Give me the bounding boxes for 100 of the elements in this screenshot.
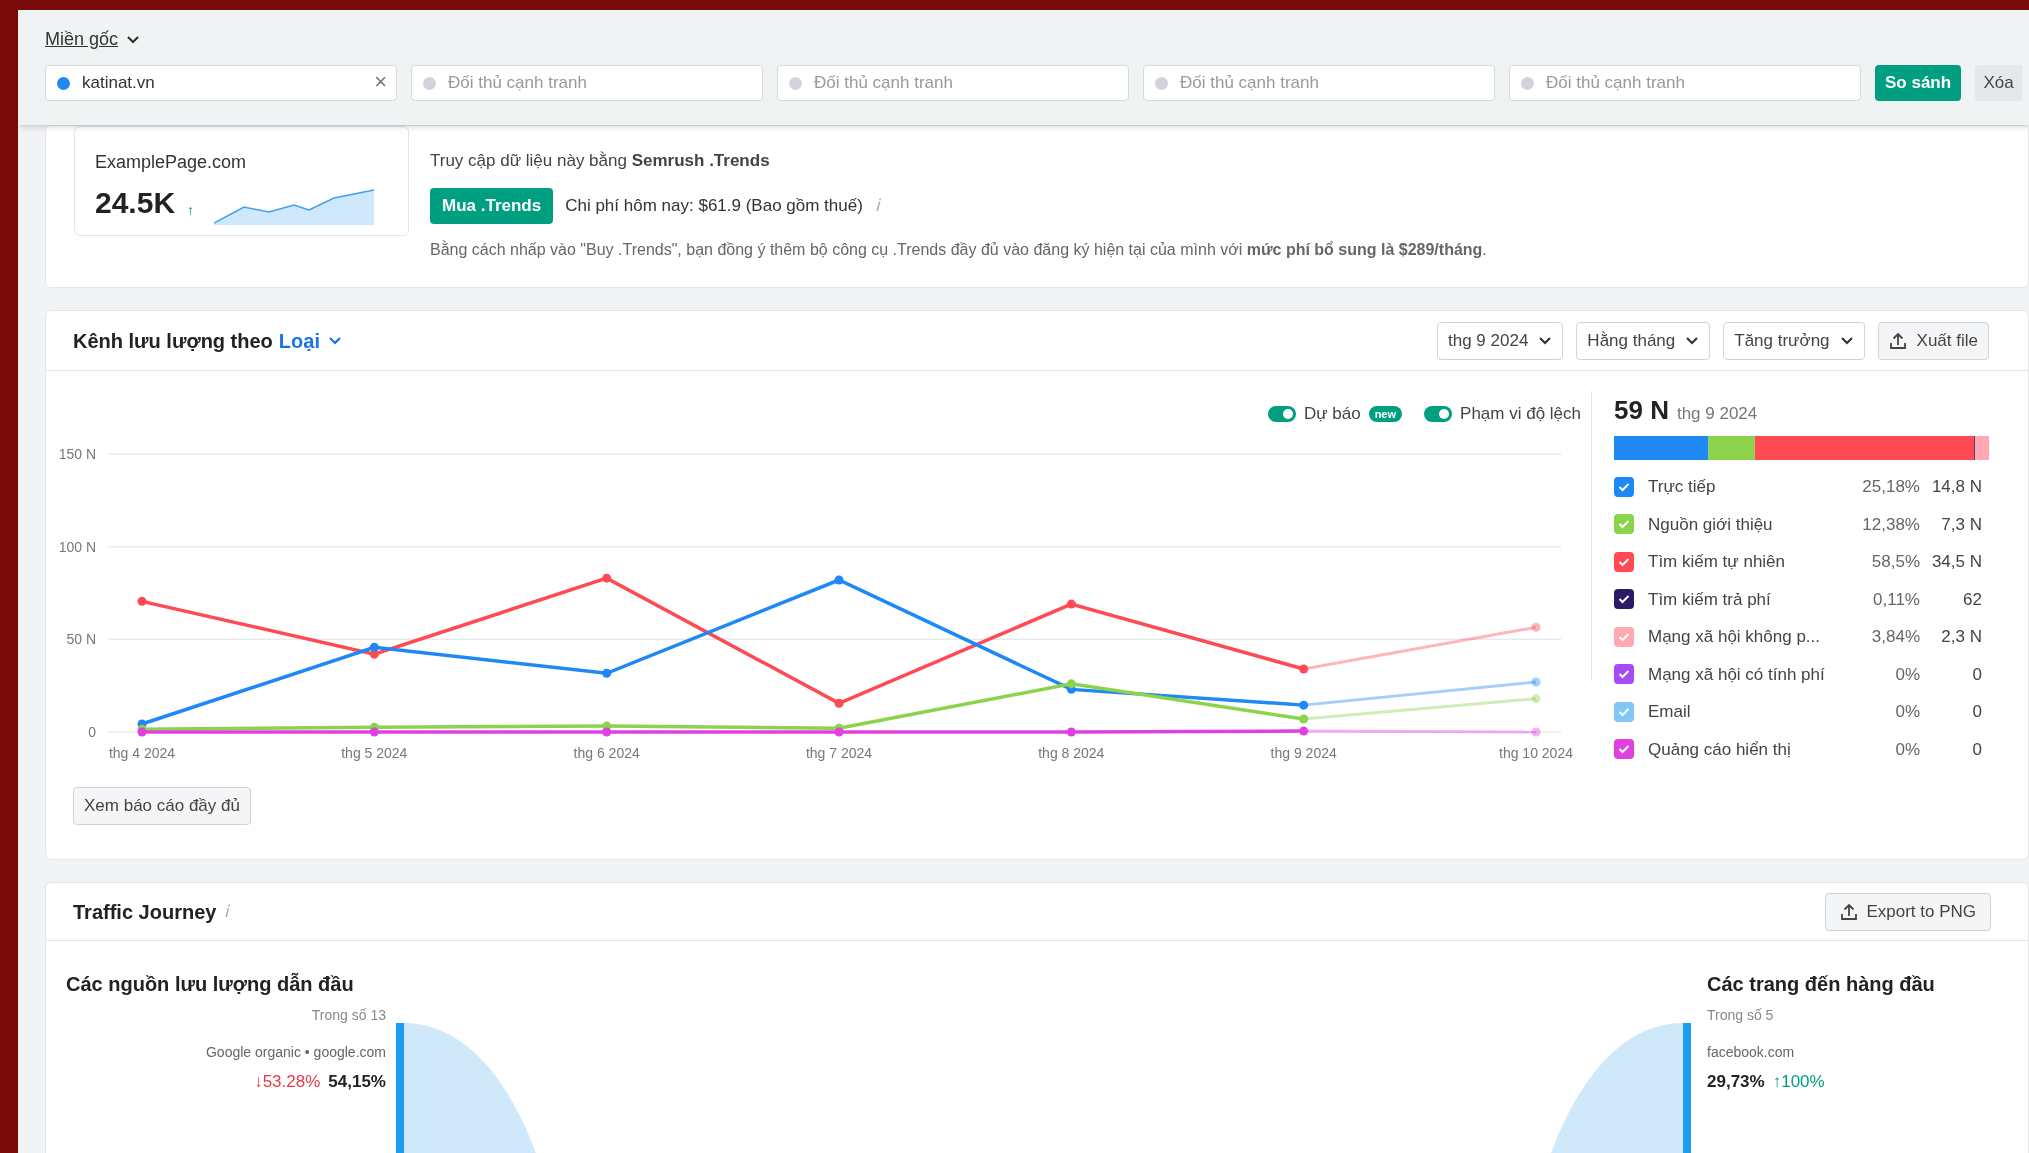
share-value: 3,84% — [1870, 626, 1920, 648]
point — [602, 573, 612, 583]
change-value: ↓53.28% — [254, 1071, 321, 1093]
axis-label: 100 N — [58, 538, 96, 555]
total-value: 59 N — [1614, 394, 1669, 427]
competitor-field[interactable]: Đối thủ cạnh tranh — [777, 65, 1129, 101]
full-report-button[interactable]: Xem báo cáo đầy đủ — [73, 787, 251, 825]
point — [137, 596, 147, 606]
chevron-down-icon — [327, 335, 342, 346]
destination-name: facebook.com — [1707, 1043, 1796, 1062]
legend-label: Email — [1648, 701, 1692, 723]
point — [1299, 714, 1309, 724]
point — [1066, 727, 1076, 737]
share-value: 58,5% — [1870, 551, 1920, 573]
share-value: 0% — [1894, 663, 1920, 686]
export-png-button[interactable]: Export to PNG — [1825, 892, 1991, 931]
checkbox[interactable] — [1614, 739, 1634, 760]
traffic-value: 0 — [1971, 663, 1982, 686]
filter-dropdown[interactable]: Hằng tháng — [1576, 321, 1711, 360]
point — [1531, 622, 1541, 632]
domain-dropdown[interactable]: Miền gốc — [45, 26, 141, 53]
point — [1299, 726, 1309, 736]
source-name: Google organic • google.com — [206, 1043, 386, 1062]
axis-label: thg 7 2024 — [805, 745, 873, 761]
toggle-switch[interactable] — [1267, 406, 1296, 422]
axis-label: thg 6 2024 — [573, 745, 640, 761]
section-subtitle: Trong số 13 — [311, 1006, 386, 1025]
checkbox[interactable] — [1614, 514, 1634, 535]
axis-label: 0 — [88, 724, 96, 740]
axis-label: thg 9 2024 — [1270, 745, 1337, 761]
traffic-value: 62 — [1962, 588, 1982, 611]
upload-icon — [1888, 331, 1907, 350]
change-value: ↑100% — [1772, 1071, 1825, 1093]
toggle-label: Phạm vi độ lệch — [1460, 403, 1581, 426]
clear-icon[interactable]: × — [374, 71, 387, 93]
legend-label: Trực tiếp — [1648, 476, 1717, 498]
axis-label: thg 8 2024 — [1038, 745, 1105, 761]
chevron-down-icon — [1538, 335, 1553, 346]
competitor-field[interactable]: Đối thủ cạnh tranh — [1509, 65, 1861, 101]
price-text: Chi phí hôm nay: $61.9 (Bao gồm thuế) — [565, 194, 863, 217]
point — [1531, 677, 1541, 687]
clear-button[interactable]: Xóa — [1975, 65, 2023, 101]
legend-label: Nguồn giới thiệu — [1648, 513, 1774, 536]
section-subtitle: Trong số 5 — [1707, 1006, 1775, 1025]
filter-dropdown[interactable]: Tăng trưởng — [1723, 321, 1865, 360]
new-badge: new — [1368, 406, 1403, 422]
trend-arrow: ↑ — [187, 201, 195, 220]
example-value: 24.5K — [95, 185, 176, 221]
card-title: Traffic Journey — [73, 899, 217, 925]
share-value: 25,18% — [1861, 476, 1920, 498]
point — [1066, 599, 1076, 609]
legend-label: Quảng cáo hiển thị — [1648, 738, 1792, 761]
point — [1299, 664, 1309, 674]
point — [834, 698, 844, 708]
section-title: Các nguồn lưu lượng dẫn đầu — [66, 971, 354, 997]
competitor-field[interactable]: Đối thủ cạnh tranh — [1143, 65, 1495, 101]
point — [369, 727, 379, 737]
checkbox[interactable] — [1614, 664, 1634, 685]
point — [1299, 700, 1309, 710]
check-icon — [1618, 706, 1630, 717]
check-icon — [1618, 744, 1630, 755]
check-icon — [1618, 556, 1630, 567]
point — [1066, 679, 1076, 689]
axis-label: thg 5 2024 — [341, 745, 408, 761]
legend-label: Tìm kiếm tự nhiên — [1648, 551, 1787, 573]
toggle-switch[interactable] — [1424, 406, 1453, 422]
section-title: Các trang đến hàng đầu — [1707, 972, 1936, 997]
checkbox[interactable] — [1614, 589, 1634, 610]
card-title: Kênh lưu lượng theo — [73, 328, 273, 354]
traffic-value: 0 — [1971, 701, 1982, 723]
competitor-field[interactable]: Đối thủ cạnh tranh — [411, 65, 763, 101]
traffic-value: 7,3 N — [1940, 513, 1982, 536]
promo-intro: Truy cập dữ liệu này bằng Semrush .Trends — [430, 150, 771, 172]
chevron-down-icon — [1839, 335, 1854, 346]
axis-label: 150 N — [58, 446, 96, 462]
axis-label: 50 N — [66, 631, 96, 648]
export-button[interactable]: Xuất file — [1877, 321, 1989, 360]
total-period: thg 9 2024 — [1676, 403, 1758, 425]
example-site: ExamplePage.com — [95, 151, 248, 174]
chevron-down-icon — [126, 34, 141, 45]
check-icon — [1618, 669, 1630, 680]
checkbox[interactable] — [1614, 476, 1634, 497]
point — [602, 727, 612, 737]
share-value: 12,38% — [1861, 513, 1920, 536]
point — [1531, 694, 1541, 704]
type-dropdown[interactable]: Loại — [278, 325, 342, 356]
point — [834, 575, 844, 585]
traffic-value: 34,5 N — [1930, 551, 1982, 573]
legend-label: Mạng xã hội không p... — [1648, 626, 1821, 648]
share-value: 0% — [1894, 701, 1920, 723]
share-value: 0,11% — [1872, 588, 1920, 611]
check-icon — [1618, 631, 1630, 642]
filter-dropdown[interactable]: thg 9 2024 — [1437, 321, 1564, 360]
checkbox[interactable] — [1614, 701, 1634, 722]
promo-note: Bằng cách nhấp vào "Buy .Trends", bạn đồng ý thêm bộ công cụ .Trends đầy đủ vào đăng ký hiện tại của mình với mức phí bổ sung là $289/tháng. — [430, 239, 1487, 260]
axis-label: thg 10 2024 — [1499, 745, 1573, 761]
toggle-label: Dự báo — [1303, 403, 1361, 426]
checkbox[interactable] — [1614, 551, 1634, 572]
chevron-down-icon — [1685, 335, 1700, 346]
checkbox[interactable] — [1614, 626, 1634, 647]
